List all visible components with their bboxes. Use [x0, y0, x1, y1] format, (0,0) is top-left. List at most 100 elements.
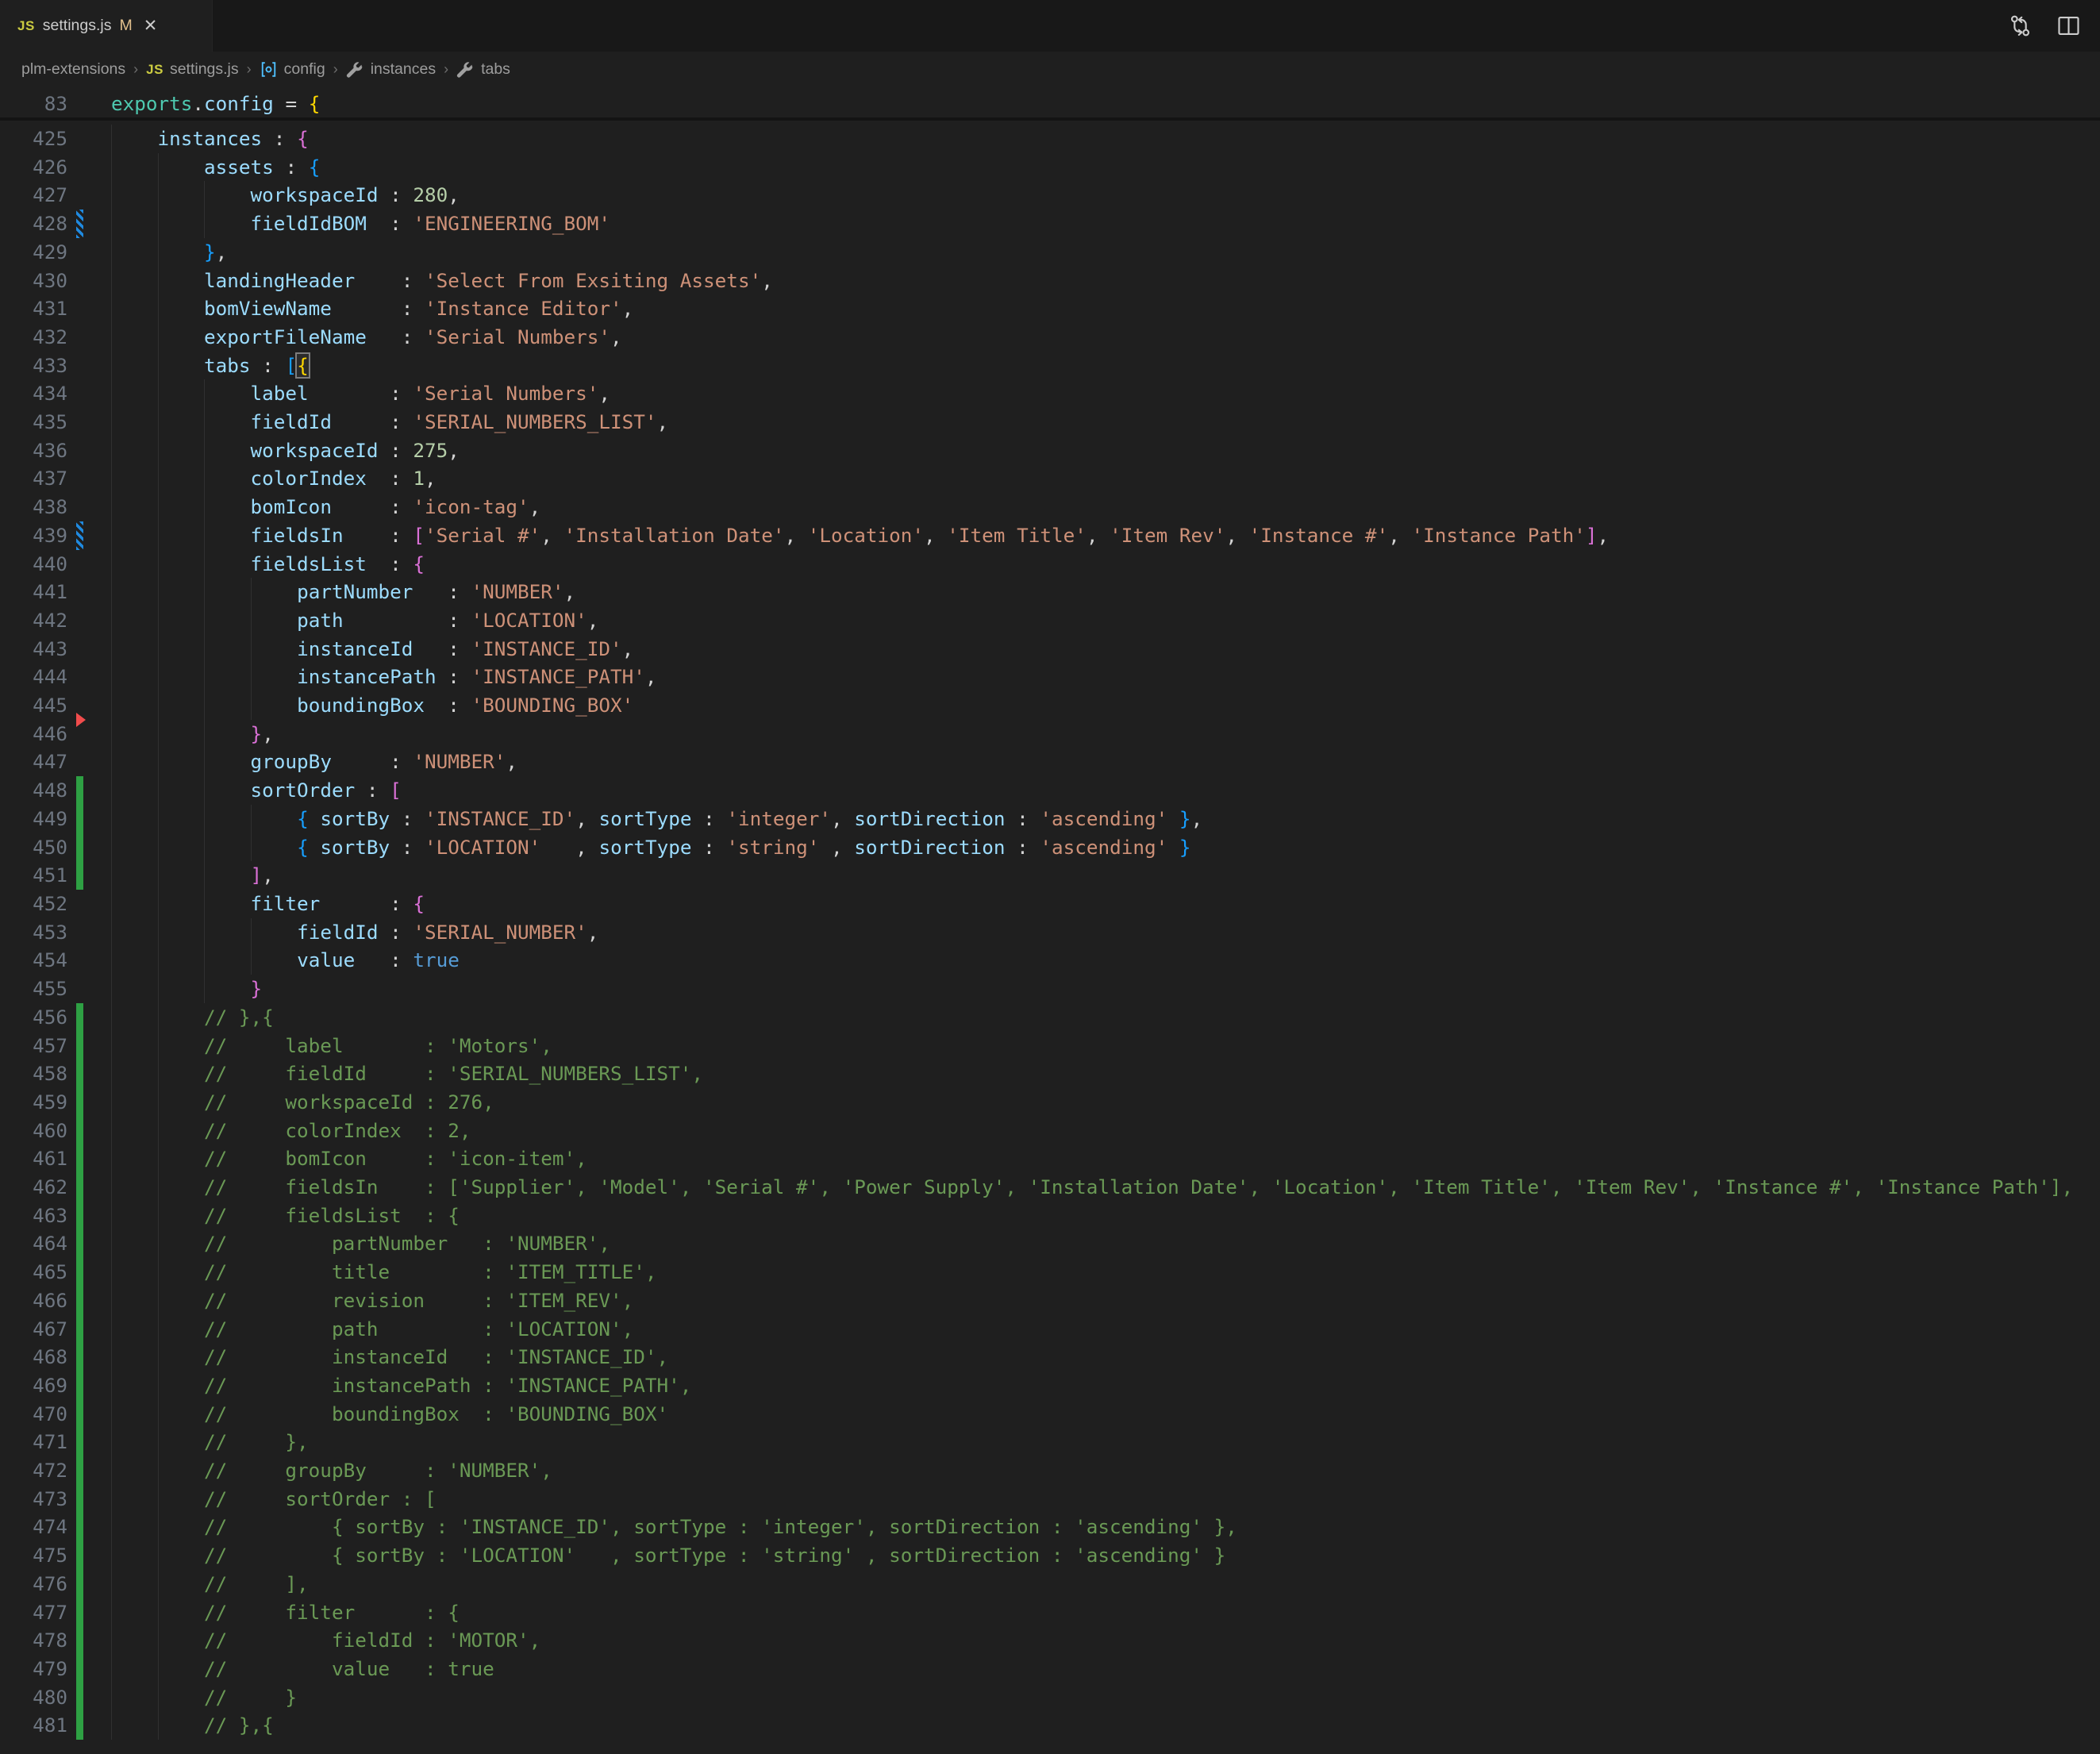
- code-line-458[interactable]: 458 // fieldId : 'SERIAL_NUMBERS_LIST',: [0, 1060, 2100, 1088]
- code-line-437[interactable]: 437 colorIndex : 1,: [0, 464, 2100, 493]
- code-line-450[interactable]: 450 { sortBy : 'LOCATION' , sortType : '…: [0, 833, 2100, 862]
- code-line-443[interactable]: 443 instanceId : 'INSTANCE_ID',: [0, 635, 2100, 664]
- line-number[interactable]: 435: [0, 408, 67, 437]
- breadcrumb-item-instances[interactable]: instances: [346, 60, 436, 79]
- line-number[interactable]: 449: [0, 805, 67, 833]
- line-number[interactable]: 478: [0, 1626, 67, 1655]
- line-number[interactable]: 477: [0, 1598, 67, 1627]
- line-number[interactable]: 480: [0, 1683, 67, 1712]
- line-number[interactable]: 451: [0, 861, 67, 890]
- code-line-471[interactable]: 471 // },: [0, 1428, 2100, 1456]
- line-number[interactable]: 467: [0, 1315, 67, 1344]
- open-changes-button[interactable]: [2008, 13, 2033, 38]
- line-number[interactable]: 458: [0, 1060, 67, 1088]
- line-number[interactable]: 454: [0, 946, 67, 975]
- line-number[interactable]: 434: [0, 379, 67, 408]
- line-number[interactable]: 462: [0, 1173, 67, 1202]
- line-number[interactable]: 430: [0, 267, 67, 295]
- line-number[interactable]: 432: [0, 323, 67, 352]
- line-number[interactable]: 452: [0, 890, 67, 918]
- code-line-476[interactable]: 476 // ],: [0, 1570, 2100, 1598]
- code-line-457[interactable]: 457 // label : 'Motors',: [0, 1032, 2100, 1060]
- code-line-448[interactable]: 448 sortOrder : [: [0, 776, 2100, 805]
- code-line-453[interactable]: 453 fieldId : 'SERIAL_NUMBER',: [0, 918, 2100, 947]
- breadcrumb-item-settings-js[interactable]: JSsettings.js: [146, 60, 239, 79]
- line-number[interactable]: 481: [0, 1711, 67, 1740]
- code-line-439[interactable]: 439 fieldsIn : ['Serial #', 'Installatio…: [0, 521, 2100, 550]
- line-number[interactable]: 445: [0, 691, 67, 720]
- code-line-433[interactable]: 433 tabs : [{: [0, 352, 2100, 380]
- code-line-442[interactable]: 442 path : 'LOCATION',: [0, 606, 2100, 635]
- line-number[interactable]: 468: [0, 1343, 67, 1371]
- tab-settings-js[interactable]: JS settings.js M ✕: [0, 0, 213, 52]
- code-line-445[interactable]: 445 boundingBox : 'BOUNDING_BOX': [0, 691, 2100, 720]
- code-line-432[interactable]: 432 exportFileName : 'Serial Numbers',: [0, 323, 2100, 352]
- code-line-426[interactable]: 426 assets : {: [0, 153, 2100, 182]
- breadcrumb-item-plm-extensions[interactable]: plm-extensions: [21, 60, 125, 79]
- split-editor-button[interactable]: [2056, 13, 2081, 38]
- code-line-466[interactable]: 466 // revision : 'ITEM_REV',: [0, 1287, 2100, 1315]
- line-number[interactable]: 455: [0, 975, 67, 1003]
- line-number[interactable]: 429: [0, 238, 67, 267]
- editor-code-area[interactable]: 425 instances : {426 assets : {427 works…: [0, 125, 2100, 1740]
- line-number[interactable]: 470: [0, 1400, 67, 1429]
- line-number[interactable]: 469: [0, 1371, 67, 1400]
- line-number[interactable]: 474: [0, 1513, 67, 1541]
- code-line-452[interactable]: 452 filter : {: [0, 890, 2100, 918]
- code-line-474[interactable]: 474 // { sortBy : 'INSTANCE_ID', sortTyp…: [0, 1513, 2100, 1541]
- breadcrumb-item-tabs[interactable]: tabs: [456, 60, 510, 79]
- code-line-456[interactable]: 456 // },{: [0, 1003, 2100, 1032]
- line-number[interactable]: 473: [0, 1485, 67, 1514]
- code-line-463[interactable]: 463 // fieldsList : {: [0, 1202, 2100, 1230]
- code-line-427[interactable]: 427 workspaceId : 280,: [0, 181, 2100, 210]
- code-line-472[interactable]: 472 // groupBy : 'NUMBER',: [0, 1456, 2100, 1485]
- line-number[interactable]: 437: [0, 464, 67, 493]
- line-number[interactable]: 436: [0, 437, 67, 465]
- code-line-434[interactable]: 434 label : 'Serial Numbers',: [0, 379, 2100, 408]
- code-line-467[interactable]: 467 // path : 'LOCATION',: [0, 1315, 2100, 1344]
- line-number[interactable]: 479: [0, 1655, 67, 1683]
- line-number[interactable]: 440: [0, 550, 67, 579]
- line-number[interactable]: 443: [0, 635, 67, 664]
- line-number[interactable]: 453: [0, 918, 67, 947]
- code-line-447[interactable]: 447 groupBy : 'NUMBER',: [0, 748, 2100, 776]
- line-number[interactable]: 448: [0, 776, 67, 805]
- code-line-446[interactable]: 446 },: [0, 720, 2100, 748]
- line-number[interactable]: 446: [0, 720, 67, 748]
- line-number[interactable]: 438: [0, 493, 67, 521]
- line-number[interactable]: 463: [0, 1202, 67, 1230]
- code-line-441[interactable]: 441 partNumber : 'NUMBER',: [0, 578, 2100, 606]
- code-line-470[interactable]: 470 // boundingBox : 'BOUNDING_BOX': [0, 1400, 2100, 1429]
- code-line-440[interactable]: 440 fieldsList : {: [0, 550, 2100, 579]
- code-line-438[interactable]: 438 bomIcon : 'icon-tag',: [0, 493, 2100, 521]
- code-line-451[interactable]: 451 ],: [0, 861, 2100, 890]
- code-line-460[interactable]: 460 // colorIndex : 2,: [0, 1117, 2100, 1145]
- line-number[interactable]: 465: [0, 1258, 67, 1287]
- close-icon[interactable]: ✕: [144, 17, 158, 34]
- code-line-459[interactable]: 459 // workspaceId : 276,: [0, 1088, 2100, 1117]
- sticky-scroll-line[interactable]: 83 exports.config = {: [0, 87, 2100, 121]
- code-line-469[interactable]: 469 // instancePath : 'INSTANCE_PATH',: [0, 1371, 2100, 1400]
- line-number[interactable]: 460: [0, 1117, 67, 1145]
- code-line-473[interactable]: 473 // sortOrder : [: [0, 1485, 2100, 1514]
- line-number[interactable]: 459: [0, 1088, 67, 1117]
- line-number[interactable]: 426: [0, 153, 67, 182]
- code-line-465[interactable]: 465 // title : 'ITEM_TITLE',: [0, 1258, 2100, 1287]
- breadcrumb-item-config[interactable]: config: [260, 60, 325, 79]
- line-number[interactable]: 466: [0, 1287, 67, 1315]
- code-line-428[interactable]: 428 fieldIdBOM : 'ENGINEERING_BOM': [0, 210, 2100, 238]
- code-line-477[interactable]: 477 // filter : {: [0, 1598, 2100, 1627]
- code-line-480[interactable]: 480 // }: [0, 1683, 2100, 1712]
- line-number[interactable]: 431: [0, 294, 67, 323]
- line-number[interactable]: 439: [0, 521, 67, 550]
- code-line-431[interactable]: 431 bomViewName : 'Instance Editor',: [0, 294, 2100, 323]
- code-line-462[interactable]: 462 // fieldsIn : ['Supplier', 'Model', …: [0, 1173, 2100, 1202]
- line-number[interactable]: 444: [0, 663, 67, 691]
- code-line-464[interactable]: 464 // partNumber : 'NUMBER',: [0, 1229, 2100, 1258]
- code-line-479[interactable]: 479 // value : true: [0, 1655, 2100, 1683]
- line-number[interactable]: 450: [0, 833, 67, 862]
- code-line-468[interactable]: 468 // instanceId : 'INSTANCE_ID',: [0, 1343, 2100, 1371]
- line-number[interactable]: 461: [0, 1144, 67, 1173]
- code-line-449[interactable]: 449 { sortBy : 'INSTANCE_ID', sortType :…: [0, 805, 2100, 833]
- line-number[interactable]: 472: [0, 1456, 67, 1485]
